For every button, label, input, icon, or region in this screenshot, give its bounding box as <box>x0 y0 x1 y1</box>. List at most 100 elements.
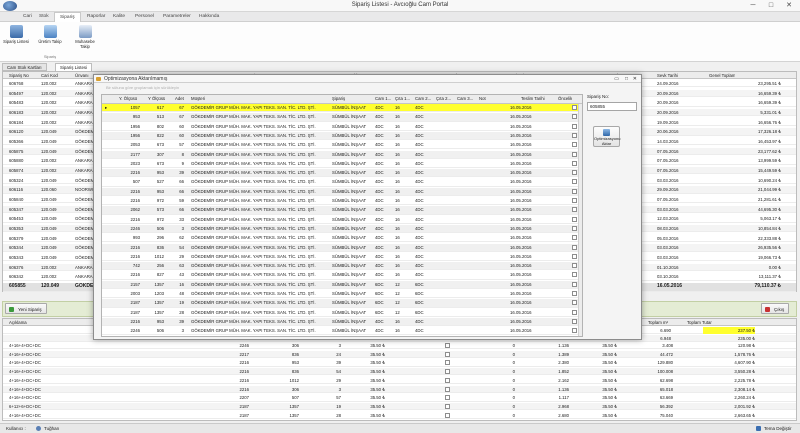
col-y-olcusu[interactable]: Y. Ölçüsü <box>119 95 137 103</box>
detail-checkbox[interactable] <box>445 369 450 375</box>
oncelik-checkbox[interactable] <box>572 123 577 129</box>
dialog-row[interactable]: 2187 1357 28 GÖKDEMİR GRUP MÜH. MAK. YAPI T… <box>102 308 580 317</box>
col-cam2[interactable]: Cam 2... <box>415 95 431 103</box>
oncelik-checkbox[interactable] <box>572 281 577 287</box>
siparis-listesi-button[interactable]: Sipariş Listesi <box>3 24 29 52</box>
detail-row[interactable]: 4+16+4+DC+DC 2216 306 3 35.50 ₺ 0 1.136 35.50 ₺… <box>3 385 796 393</box>
dialog-row[interactable]: 2216 827 43 GÖKDEMİR GRUP MÜH. MAK. YAPI TE… <box>102 271 580 280</box>
col-detail-aciklama[interactable]: Açıklama <box>9 319 27 326</box>
detail-row[interactable]: 6+12+6+DC+DC 2187 1357 19 35.50 ₺ 0 2.968 35.50… <box>3 402 796 411</box>
oncelik-checkbox[interactable] <box>572 272 577 278</box>
dialog-minimize-button[interactable]: ▭ <box>614 75 619 83</box>
col-cita2[interactable]: Çıta 2... <box>436 95 451 103</box>
detail-checkbox[interactable] <box>445 343 450 348</box>
col-cita1[interactable]: Çıta 1... <box>395 95 410 103</box>
minimize-button[interactable]: ─ <box>747 1 759 10</box>
col-genel-toplam[interactable]: Genel Toplam <box>709 72 735 79</box>
close-button[interactable]: ✕ <box>783 1 795 10</box>
dialog-row[interactable]: 2216 972 59 GÖKDEMİR GRUP MÜH. MAK. YAPI TE… <box>102 197 580 206</box>
oncelik-checkbox[interactable] <box>572 244 577 250</box>
dialog-row[interactable]: 507 527 66 GÖKDEMİR GRUP MÜH. MAK. YAPI TEK… <box>102 178 580 187</box>
oncelik-checkbox[interactable] <box>572 142 577 148</box>
menu-kalite[interactable]: Kalite <box>108 12 130 22</box>
dialog-row[interactable]: 2216 953 39 GÖKDEMİR GRUP MÜH. MAK. YAPI TE… <box>102 169 580 178</box>
exit-button[interactable]: Çıkış <box>761 303 790 314</box>
col-teslim-tarihi[interactable]: Teslim Tarihi <box>521 95 545 103</box>
dialog-row[interactable]: 993 296 62 GÖKDEMİR GRUP MÜH. MAK. YAPI TEK… <box>102 234 580 243</box>
oncelik-checkbox[interactable] <box>572 328 577 334</box>
oncelik-checkbox[interactable] <box>572 114 577 120</box>
col-oncelik[interactable]: Öncelik <box>558 95 572 103</box>
dialog-row[interactable]: 2157 1357 16 GÖKDEMİR GRUP MÜH. MAK. YAPI T… <box>102 280 580 289</box>
detail-row[interactable]: 4+16+4+DC+DC 2216 953 39 35.50 ₺ 0 2.380 35.50 … <box>3 359 796 367</box>
dialog-row[interactable]: 2216 972 33 GÖKDEMİR GRUP MÜH. MAK. YAPI TE… <box>102 215 580 224</box>
oncelik-checkbox[interactable] <box>572 170 577 176</box>
uretim-takip-button[interactable]: Üretim Takip <box>37 24 63 52</box>
detail-row[interactable]: 4+16+4+DC+DC 2216 1012 29 35.50 ₺ 0 2.162 35.50… <box>3 377 796 385</box>
oncelik-checkbox[interactable] <box>572 151 577 157</box>
dialog-row[interactable]: ▸ 1057 617 67 GÖKDEMİR GRUP MÜH. MAK. YAPI T… <box>102 104 580 113</box>
detail-checkbox[interactable] <box>445 386 450 392</box>
dialog-maximize-button[interactable]: □ <box>625 75 628 83</box>
oncelik-checkbox[interactable] <box>572 105 577 110</box>
detail-checkbox[interactable] <box>445 360 450 366</box>
detail-row[interactable]: 4+16+4+DC+DC 2216 836 54 35.50 ₺ 0 1.852 35.50 … <box>3 368 796 376</box>
menu-stok[interactable]: Stok <box>34 12 54 22</box>
col-sevk-tarihi[interactable]: Sevk Tarihi <box>657 72 678 79</box>
dialog-close-button[interactable]: ✕ <box>633 75 637 83</box>
theme-button[interactable]: Tema Değiştir <box>764 424 792 433</box>
oncelik-checkbox[interactable] <box>572 160 577 166</box>
dialog-row[interactable]: 742 256 63 GÖKDEMİR GRUP MÜH. MAK. YAPI TEK… <box>102 262 580 271</box>
tab-cam-stok-kartlari[interactable]: Cam Stok Kartları <box>2 63 47 71</box>
menu-hakkinda[interactable]: Hakkında <box>194 12 224 22</box>
oncelik-checkbox[interactable] <box>572 198 577 203</box>
dialog-row[interactable]: 2187 1357 19 GÖKDEMİR GRUP MÜH. MAK. YAPI T… <box>102 299 580 308</box>
maximize-button[interactable]: □ <box>765 1 777 10</box>
oncelik-checkbox[interactable] <box>572 225 577 231</box>
oncelik-checkbox[interactable] <box>572 179 577 185</box>
optimize-transfer-button[interactable]: Optimizasyonu Aktar <box>593 126 620 147</box>
dialog-row[interactable]: 2023 673 9 GÖKDEMİR GRUP MÜH. MAK. YAPI TEK… <box>102 159 580 169</box>
oncelik-checkbox[interactable] <box>572 291 577 296</box>
col-cam1[interactable]: Cam 1... <box>375 95 391 103</box>
grid-scrollbar[interactable] <box>578 104 582 336</box>
menu-raporlar[interactable]: Raporlar <box>82 12 110 22</box>
siparis-no-input[interactable]: 605855 <box>587 102 637 111</box>
detail-row[interactable]: 4+16+4+DC+DC 2207 507 57 35.50 ₺ 0 1.117 35.50 … <box>3 394 796 402</box>
dialog-row[interactable]: 2216 1012 29 GÖKDEMİR GRUP MÜH. MAK. YAPI T… <box>102 252 580 262</box>
dialog-row[interactable]: 1956 822 60 GÖKDEMİR GRUP MÜH. MAK. YAPI TE… <box>102 131 580 141</box>
detail-checkbox[interactable] <box>445 351 450 357</box>
oncelik-checkbox[interactable] <box>572 235 577 241</box>
dialog-row[interactable]: 2053 673 57 GÖKDEMİR GRUP MÜH. MAK. YAPI TE… <box>102 141 580 150</box>
col-cari-kod[interactable]: Cari Kod <box>41 72 58 79</box>
dialog-row[interactable]: 953 513 67 GÖKDEMİR GRUP MÜH. MAK. YAPI TEK… <box>102 113 580 122</box>
menu-parametreler[interactable]: Parametreler <box>158 12 196 22</box>
dialog-row[interactable]: 2246 506 3 GÖKDEMİR GRUP MÜH. MAK. YAPI TEK… <box>102 327 580 336</box>
dialog-row[interactable]: 2177 307 8 GÖKDEMİR GRUP MÜH. MAK. YAPI TEK… <box>102 150 580 159</box>
menu-personel[interactable]: Personel <box>130 12 159 22</box>
detail-checkbox[interactable] <box>445 403 450 409</box>
oncelik-checkbox[interactable] <box>572 207 577 213</box>
col-dialog-musteri[interactable]: Müşteri <box>191 95 205 103</box>
new-order-button[interactable]: Yeni Sipariş <box>5 303 47 314</box>
oncelik-checkbox[interactable] <box>572 318 577 324</box>
detail-checkbox[interactable] <box>445 412 450 418</box>
dialog-row[interactable]: 2216 836 54 GÖKDEMİR GRUP MÜH. MAK. YAPI TE… <box>102 243 580 252</box>
dialog-row[interactable]: 1956 802 60 GÖKDEMİR GRUP MÜH. MAK. YAPI TE… <box>102 122 580 131</box>
oncelik-checkbox[interactable] <box>572 132 577 138</box>
muhasebe-takip-button[interactable]: Muhasebe Takip <box>72 24 98 52</box>
col-dialog-siparis[interactable]: Şipariş <box>332 95 345 103</box>
dialog-row[interactable]: 2216 953 39 GÖKDEMİR GRUP MÜH. MAK. YAPI TE… <box>102 317 580 327</box>
dialog-row[interactable]: 2246 506 3 GÖKDEMİR GRUP MÜH. MAK. YAPI TEK… <box>102 224 580 234</box>
oncelik-checkbox[interactable] <box>572 309 577 315</box>
oncelik-checkbox[interactable] <box>572 263 577 269</box>
col-adet[interactable]: Adet <box>175 95 184 103</box>
oncelik-checkbox[interactable] <box>572 188 577 194</box>
oncelik-checkbox[interactable] <box>572 253 577 259</box>
dialog-row[interactable]: 2062 573 66 GÖKDEMİR GRUP MÜH. MAK. YAPI TE… <box>102 206 580 215</box>
menu-siparis[interactable]: Sipariş <box>54 12 81 22</box>
detail-row[interactable]: 4+16+4+DC+DC 2187 1357 28 35.50 ₺ 0 2.680 35.50… <box>3 412 796 419</box>
detail-checkbox[interactable] <box>445 395 450 401</box>
dialog-row[interactable]: 2003 1203 48 GÖKDEMİR GRUP MÜH. MAK. YAPI T… <box>102 290 580 299</box>
oncelik-checkbox[interactable] <box>572 300 577 306</box>
